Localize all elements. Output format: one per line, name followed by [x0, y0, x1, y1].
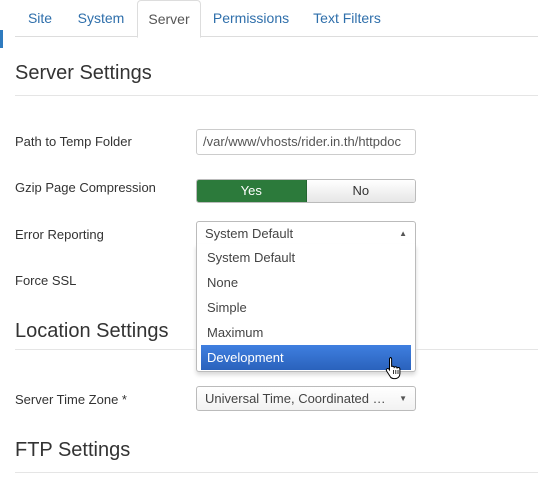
timezone-value: Universal Time, Coordinated … — [205, 391, 386, 406]
tab-system[interactable]: System — [65, 0, 137, 37]
server-settings-heading: Server Settings — [15, 58, 538, 96]
hand-pointer-icon — [385, 357, 401, 380]
option-system-default[interactable]: System Default — [201, 245, 411, 270]
error-reporting-dropdown: System Default None Simple Maximum Devel… — [196, 244, 416, 372]
timezone-select[interactable]: Universal Time, Coordinated … ▼ — [196, 386, 416, 411]
ftp-settings-heading: FTP Settings — [15, 435, 538, 473]
caret-down-icon: ▼ — [399, 394, 407, 403]
option-simple[interactable]: Simple — [201, 295, 411, 320]
tab-site[interactable]: Site — [15, 0, 65, 37]
tab-text-filters[interactable]: Text Filters — [301, 0, 393, 37]
gzip-no-button[interactable]: No — [306, 180, 415, 202]
error-reporting-label: Error Reporting — [15, 227, 104, 242]
gzip-label: Gzip Page Compression — [15, 180, 156, 195]
settings-tabs: Site System Server Permissions Text Filt… — [15, 0, 538, 38]
option-none[interactable]: None — [201, 270, 411, 295]
tab-permissions[interactable]: Permissions — [201, 0, 301, 37]
error-reporting-value: System Default — [205, 226, 294, 241]
location-divider — [15, 349, 196, 350]
left-accent-bar — [0, 30, 3, 48]
gzip-yes-button[interactable]: Yes — [197, 180, 307, 202]
timezone-label: Server Time Zone * — [15, 392, 127, 407]
gzip-toggle: Yes No — [196, 179, 416, 203]
option-development[interactable]: Development — [201, 345, 411, 370]
location-divider-right — [416, 349, 538, 350]
caret-up-icon: ▲ — [399, 229, 407, 238]
option-maximum[interactable]: Maximum — [201, 320, 411, 345]
error-reporting-select[interactable]: System Default ▲ — [196, 221, 416, 246]
force-ssl-label: Force SSL — [15, 273, 77, 288]
temp-path-input[interactable]: /var/www/vhosts/rider.in.th/httpdoc — [196, 129, 416, 155]
temp-path-label: Path to Temp Folder — [15, 134, 132, 149]
tab-server[interactable]: Server — [137, 0, 201, 38]
